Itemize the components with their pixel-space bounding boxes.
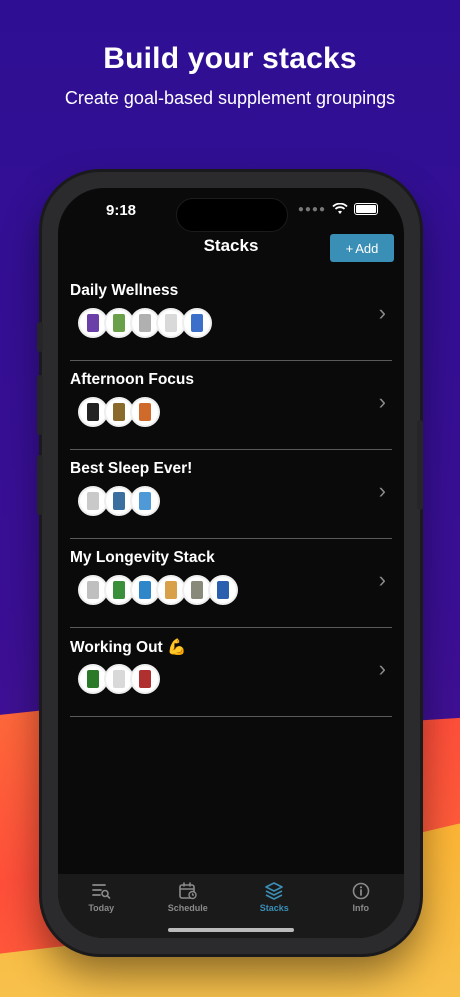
- stack-name: Afternoon Focus: [70, 371, 194, 388]
- add-button-label: Add: [355, 240, 379, 256]
- supplement-thumbnail: [130, 397, 160, 427]
- chevron-right-icon: ›: [378, 389, 386, 414]
- side-button: [37, 375, 43, 435]
- stacks-icon: [265, 882, 284, 900]
- info-icon: [352, 882, 370, 900]
- battery-icon: [354, 203, 378, 215]
- schedule-icon: [178, 882, 197, 900]
- list-item[interactable]: Best Sleep Ever! ›: [70, 450, 392, 539]
- supplement-thumbnail: [208, 575, 238, 605]
- chevron-right-icon: ›: [378, 656, 386, 681]
- status-icons: ●●●●: [298, 203, 378, 215]
- stack-name: Working Out 💪: [70, 639, 187, 656]
- chevron-right-icon: ›: [378, 300, 386, 325]
- stack-thumbnails: [78, 486, 160, 516]
- dynamic-island: [176, 198, 288, 232]
- stack-thumbnails: [78, 397, 160, 427]
- supplement-thumbnail: [130, 486, 160, 516]
- chevron-right-icon: ›: [378, 478, 386, 503]
- list-item[interactable]: Daily Wellness ›: [70, 272, 392, 361]
- stack-thumbnails: [78, 575, 238, 605]
- page-title: Build your stacks: [103, 42, 357, 75]
- stack-thumbnails: [78, 308, 212, 338]
- tab-label: Today: [88, 903, 115, 913]
- stack-name: Daily Wellness: [70, 282, 179, 299]
- wifi-icon: [332, 203, 348, 214]
- supplement-thumbnail: [182, 308, 212, 338]
- today-icon: [92, 884, 111, 899]
- chevron-right-icon: ›: [378, 567, 386, 592]
- list-item[interactable]: Working Out 💪 ›: [70, 628, 392, 717]
- add-stack-button[interactable]: + Add: [330, 234, 394, 262]
- side-button: [37, 455, 43, 515]
- stack-thumbnails: [78, 664, 160, 694]
- stacks-list: Daily Wellness › Afternoon Focus › Best …: [70, 272, 392, 717]
- list-item[interactable]: My Longevity Stack ›: [70, 539, 392, 628]
- supplement-thumbnail: [130, 664, 160, 694]
- list-item[interactable]: Afternoon Focus ›: [70, 361, 392, 450]
- stack-name: My Longevity Stack: [70, 549, 215, 566]
- tab-label: Stacks: [259, 903, 289, 913]
- tab-label: Schedule: [167, 903, 208, 913]
- stack-name: Best Sleep Ever!: [70, 460, 193, 477]
- tab-today[interactable]: Today: [66, 882, 136, 938]
- tab-info[interactable]: Info: [326, 882, 396, 938]
- side-button: [417, 420, 423, 510]
- page-subtitle: Create goal-based supplement groupings: [64, 88, 396, 108]
- side-button: [37, 322, 43, 352]
- signal-icon: ●●●●: [297, 203, 326, 215]
- status-time: 9:18: [106, 202, 137, 219]
- tab-label: Info: [352, 903, 370, 913]
- home-indicator: [168, 928, 294, 932]
- plus-icon: +: [345, 240, 354, 256]
- phone-screen: 9:18 ●●●● Stacks + Add Daily Wellness ›: [58, 188, 404, 938]
